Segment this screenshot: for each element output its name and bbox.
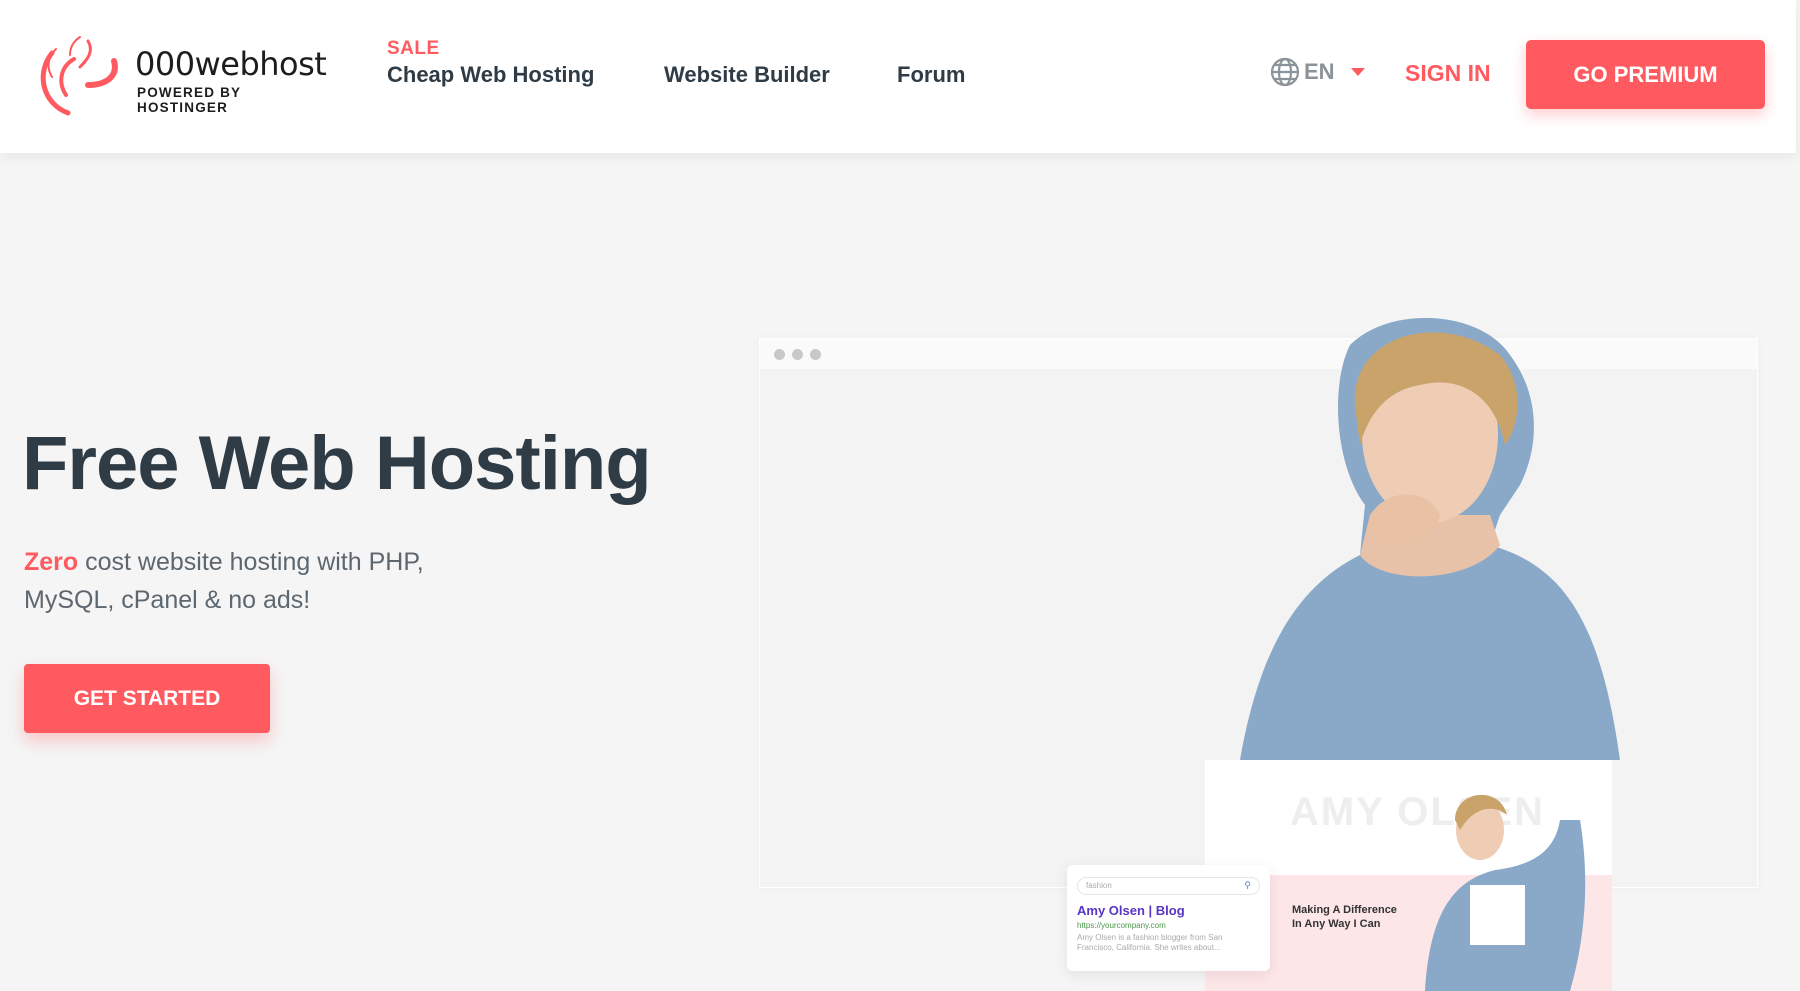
sale-badge: SALE: [387, 38, 440, 59]
logo-swirl-icon: [40, 36, 118, 116]
nav-website-builder[interactable]: Website Builder: [664, 62, 830, 88]
logo[interactable]: 000webhost POWERED BY HOSTINGER: [30, 33, 330, 117]
logo-name: 000webhost: [135, 45, 327, 83]
hero-subtitle: Zero cost website hosting with PHP, MySQ…: [24, 543, 504, 619]
nav-forum[interactable]: Forum: [897, 62, 965, 88]
subtitle-text: cost website hosting with PHP, MySQL, cP…: [24, 548, 424, 614]
search-input: fashion ⚲: [1077, 877, 1260, 895]
hero-woman-image: [1240, 317, 1620, 760]
caret-down-icon: [1350, 68, 1365, 76]
globe-icon: [1270, 57, 1300, 87]
language-value: EN: [1304, 59, 1335, 84]
search-icon: ⚲: [1244, 880, 1251, 890]
result-title: Amy Olsen | Blog: [1077, 903, 1185, 918]
go-premium-button[interactable]: GO PREMIUM: [1526, 40, 1765, 109]
sign-in-link[interactable]: SIGN IN: [1405, 60, 1491, 87]
window-dot: [792, 348, 803, 360]
nav-cheap-web-hosting[interactable]: Cheap Web Hosting: [387, 62, 594, 88]
get-started-button[interactable]: GET STARTED: [24, 664, 270, 733]
logo-tagline: POWERED BY HOSTINGER: [137, 85, 242, 115]
window-dot: [810, 348, 821, 360]
window-dot: [774, 348, 785, 360]
site-header: 000webhost POWERED BY HOSTINGER SALE Che…: [0, 0, 1796, 153]
language-selector[interactable]: EN: [1270, 57, 1365, 87]
result-description: Amy Olsen is a fashion blogger from San …: [1077, 933, 1223, 952]
subtitle-highlight: Zero: [24, 548, 79, 576]
hero-title: Free Web Hosting: [22, 421, 652, 506]
search-result-card: fashion ⚲ Amy Olsen | Blog https://yourco…: [1067, 865, 1270, 971]
search-query: fashion: [1086, 881, 1112, 890]
site-woman-image: [1425, 794, 1586, 991]
result-url: https://yourcompany.com: [1077, 921, 1166, 930]
